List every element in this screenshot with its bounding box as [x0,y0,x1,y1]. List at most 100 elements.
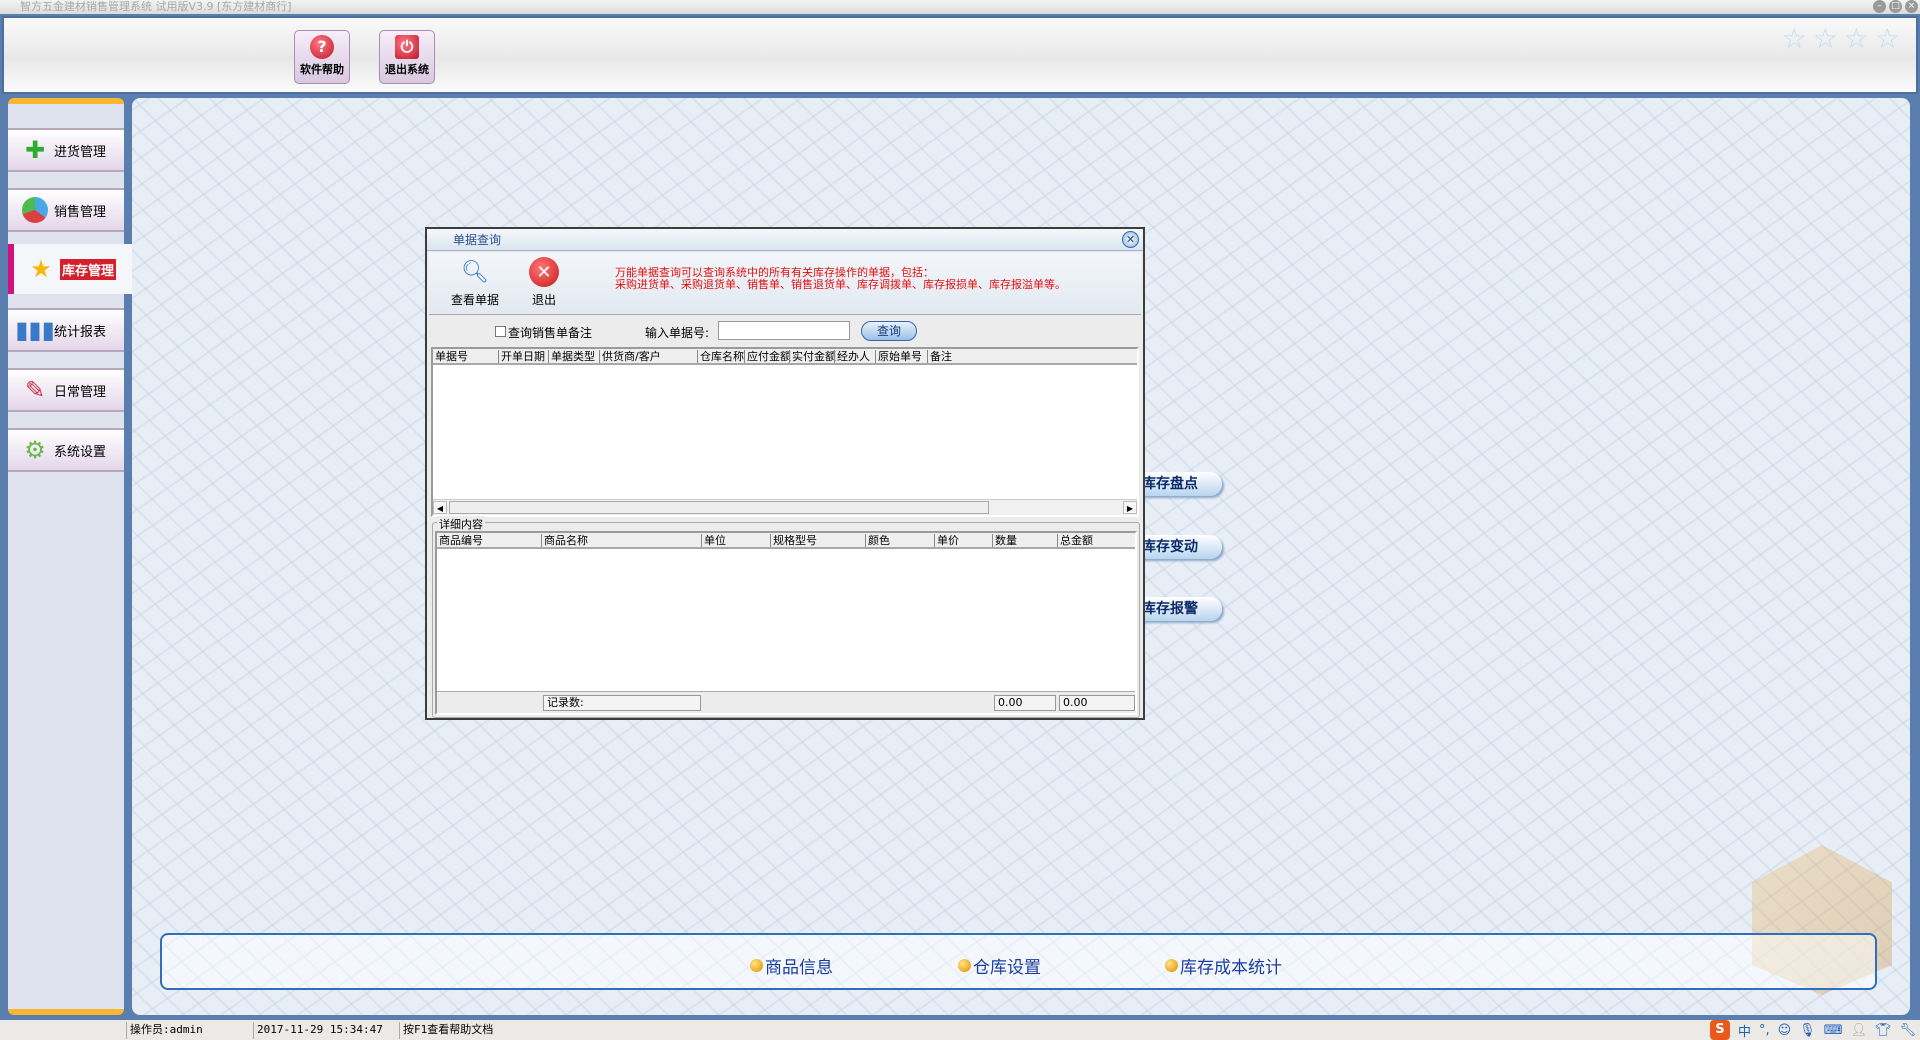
product-info-link[interactable]: 商品信息 [750,953,833,978]
search-row: 查询销售单备注 输入单据号: 查询 [429,317,1141,345]
emoji-icon[interactable]: ☺ [1778,1023,1792,1038]
input-label: 输入单据号: [645,326,710,340]
column-header[interactable]: 商品名称 [541,534,588,547]
scroll-thumb[interactable] [449,501,989,514]
sidebar-item-inventory[interactable]: ★ 库存管理 [8,244,134,294]
minimize-button[interactable]: – [1873,0,1886,13]
column-header[interactable]: 数量 [992,534,1017,547]
document-number-input[interactable] [718,321,850,340]
link-label: 商品信息 [765,958,833,978]
column-header[interactable]: 应付金额 [744,350,791,363]
operator-status: 操作员:admin [126,1022,250,1039]
column-header[interactable]: 单据号 [433,350,468,363]
gear-icon: ⚙ [24,436,46,464]
quantity-total: 0.00 [994,695,1056,711]
close-button[interactable]: × [1905,0,1918,13]
detail-group: 详细内容 商品编号 商品名称 单位 规格型号 颜色 单价 数量 总金额 记录数:… [432,516,1140,718]
help-button[interactable]: ? 软件帮助 [294,30,350,84]
column-header[interactable]: 开单日期 [498,350,545,363]
view-label: 查看单据 [451,293,500,307]
bullet-icon [750,959,763,972]
cost-statistics-link[interactable]: 库存成本统计 [1165,953,1282,978]
notice-text: 万能单据查询可以查询系统中的所有有关库存操作的单据，包括： 采购进货单、采购退货单… [615,267,1066,291]
bottom-link-panel: 商品信息 仓库设置 库存成本统计 [160,933,1877,990]
sidebar-item-sales[interactable]: 销售管理 [8,188,124,232]
dialog-exit-button[interactable]: ✕ 退出 [529,257,559,308]
sidebar-item-label: 库存管理 [60,258,117,280]
punctuation-toggle[interactable]: °, [1759,1023,1770,1038]
exit-label: 退出系统 [385,63,429,76]
stock-change-button[interactable]: 库存变动 [1138,535,1222,559]
sidebar: ✚ 进货管理 销售管理 ★ 库存管理 ▮▮▮ 统计报表 ✎ 日常管理 ⚙ 系统设置 [8,98,134,1015]
sidebar-item-purchase[interactable]: ✚ 进货管理 [8,128,124,172]
column-header[interactable]: 单据类型 [548,350,595,363]
scroll-right-icon[interactable]: ▶ [1123,501,1137,514]
user-icon[interactable]: 👤︎ [1850,1023,1867,1038]
column-header[interactable]: 规格型号 [770,534,817,547]
maximize-button[interactable]: □ [1889,0,1902,13]
ime-tray: S 中 °, ☺ 🎙︎ ⌨ 👤︎ 👕︎ 🔧︎ [1709,1020,1916,1040]
question-icon: ? [310,35,334,59]
magnifier-icon: 🔍︎ [461,259,489,285]
sidebar-item-label: 销售管理 [54,204,107,220]
column-header[interactable]: 单价 [934,534,959,547]
scroll-left-icon[interactable]: ◀ [433,501,447,514]
link-label: 仓库设置 [973,958,1041,978]
dialog-title: 单据查询 [453,233,502,247]
dialog-close-button[interactable]: ✕ [1122,231,1139,248]
column-header[interactable]: 供货商/客户 [599,350,661,363]
window-title-bar: 智方五金建材销售管理系统 试用版V3.9 [东方建材商行] – □ × [0,0,1920,14]
status-bar: 操作员:admin 2017-11-29 15:34:47 按F1查看帮助文档 … [0,1020,1920,1040]
sidebar-item-label: 日常管理 [54,384,107,400]
sidebar-item-settings[interactable]: ⚙ 系统设置 [8,428,124,472]
sogou-ime-icon[interactable]: S [1709,1020,1730,1040]
detail-title: 详细内容 [437,516,485,532]
bullet-icon [1165,959,1178,972]
top-toolbar: ? 软件帮助 ⏻ 退出系统 ☆☆☆☆ [2,16,1918,94]
warehouse-settings-link[interactable]: 仓库设置 [958,953,1041,978]
wrench-icon[interactable]: 🔧︎ [1899,1023,1916,1038]
horizontal-scrollbar[interactable]: ◀ ▶ [433,499,1137,515]
column-header[interactable]: 经办人 [834,350,870,363]
column-header[interactable]: 实付金额 [789,350,836,363]
document-query-dialog: 单据查询 ✕ 🔍︎ 查看单据 ✕ 退出 万能单据查询可以查询系统中的所有有关库存操作的… [425,227,1145,720]
bar-chart-icon: ▮▮▮ [15,316,55,344]
document-list-table[interactable]: 单据号 开单日期 单据类型 供货商/客户 仓库名称 应付金额 实付金额 经办人 … [431,347,1139,517]
sidebar-item-daily[interactable]: ✎ 日常管理 [8,368,124,412]
column-header[interactable]: 颜色 [865,534,890,547]
link-label: 库存成本统计 [1180,958,1282,978]
record-count: 记录数: [543,695,701,711]
bullet-icon [958,959,971,972]
help-label: 软件帮助 [300,63,344,76]
exit-system-button[interactable]: ⏻ 退出系统 [379,30,435,84]
column-header[interactable]: 总金额 [1057,534,1093,547]
stocktake-button[interactable]: 库存盘点 [1138,472,1222,496]
sidebar-item-reports[interactable]: ▮▮▮ 统计报表 [8,308,124,352]
detail-header: 商品编号 商品名称 单位 规格型号 颜色 单价 数量 总金额 [437,533,1135,549]
stars-decoration: ☆☆☆☆ [1781,22,1906,55]
brush-icon: ✎ [24,376,46,404]
plus-icon: ✚ [24,136,46,164]
stock-alert-button[interactable]: 库存报警 [1138,597,1222,621]
star-icon: ★ [30,255,52,283]
power-icon: ⏻ [395,35,419,59]
query-button[interactable]: 查询 [861,321,917,341]
column-header[interactable]: 单位 [701,534,726,547]
column-header[interactable]: 备注 [927,350,952,363]
skin-icon[interactable]: 👕︎ [1875,1023,1892,1038]
pie-icon [20,195,50,225]
keyboard-icon[interactable]: ⌨ [1824,1023,1843,1038]
sidebar-item-label: 进货管理 [54,144,107,160]
column-header[interactable]: 原始单号 [875,350,922,363]
sidebar-item-label: 系统设置 [54,444,107,460]
close-circle-icon: ✕ [529,257,559,287]
checkbox-label: 查询销售单备注 [508,326,593,340]
sidebar-item-label: 统计报表 [54,324,107,340]
column-header[interactable]: 商品编号 [437,534,483,547]
chinese-mode-toggle[interactable]: 中 [1738,1021,1751,1040]
microphone-icon[interactable]: 🎙︎ [1799,1023,1816,1038]
column-header[interactable]: 仓库名称 [697,350,744,363]
view-document-button[interactable]: 🔍︎ 查看单据 [451,257,499,308]
detail-table[interactable]: 商品编号 商品名称 单位 规格型号 颜色 单价 数量 总金额 记录数: 0.00… [435,531,1137,715]
sales-remark-checkbox[interactable] [495,326,506,337]
